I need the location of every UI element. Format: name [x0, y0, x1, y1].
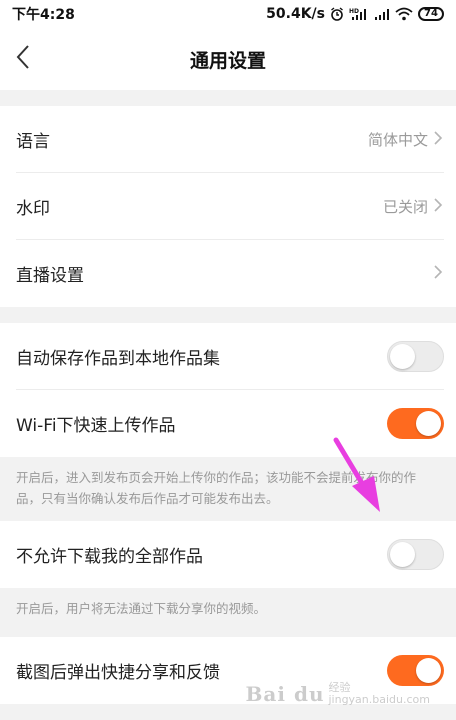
no-download-note: 开启后，用户将无法通过下载分享你的视频。 [0, 588, 456, 631]
auto-save-toggle[interactable] [387, 341, 444, 372]
watermark-logo: Bai du [245, 682, 325, 706]
setting-label: 直播设置 [16, 266, 84, 286]
setting-label: 语言 [16, 132, 50, 152]
svg-text:HD: HD [349, 8, 359, 15]
setting-row-live-settings[interactable]: 直播设置 [0, 240, 456, 307]
section-gap [0, 307, 456, 323]
chevron-right-icon [432, 263, 444, 285]
setting-row-no-download: 不允许下载我的全部作品 [0, 521, 456, 588]
status-indicators: 50.4K/s HD 74 [266, 6, 444, 22]
status-time: 下午4:28 [12, 7, 75, 23]
toggle-knob [390, 542, 415, 567]
setting-row-language[interactable]: 语言 简体中文 [0, 106, 456, 173]
alarm-icon [330, 7, 344, 21]
page-title: 通用设置 [189, 49, 266, 72]
setting-right: 简体中文 [368, 129, 444, 151]
settings-group-download: 不允许下载我的全部作品 [0, 521, 456, 588]
setting-value: 已关闭 [382, 198, 428, 216]
chevron-left-icon [15, 44, 31, 74]
network-speed: 50.4K/s [266, 6, 325, 22]
section-gap [0, 90, 456, 106]
wifi-upload-toggle[interactable] [387, 408, 444, 439]
status-bar: 下午4:28 50.4K/s HD 74 [0, 0, 456, 28]
toggle-knob [416, 658, 441, 683]
toggle-knob [416, 411, 441, 436]
setting-label: 自动保存作品到本地作品集 [16, 349, 220, 369]
chevron-right-icon [432, 196, 444, 218]
setting-value: 简体中文 [367, 131, 428, 149]
nav-bar: 通用设置 [0, 28, 456, 90]
setting-row-auto-save: 自动保存作品到本地作品集 [0, 323, 456, 390]
setting-label: 水印 [16, 199, 50, 219]
setting-label: Wi-Fi下快速上传作品 [16, 416, 176, 436]
baidu-jingyan-watermark: Bai du 经验 jingyan.baidu.com [245, 682, 430, 707]
setting-right: 已关闭 [383, 196, 444, 218]
signal-icon [374, 7, 390, 21]
annotation-arrow-icon [330, 436, 390, 520]
signal-hd-icon: HD [349, 7, 369, 21]
back-button[interactable] [8, 43, 38, 75]
battery-icon: 74 [418, 7, 444, 21]
setting-right [432, 263, 444, 285]
no-download-toggle[interactable] [387, 539, 444, 570]
setting-label: 截图后弹出快捷分享和反馈 [16, 663, 220, 683]
setting-label: 不允许下载我的全部作品 [16, 547, 203, 567]
wifi-icon [395, 7, 413, 21]
setting-row-watermark[interactable]: 水印 已关闭 [0, 173, 456, 240]
toggle-knob [390, 344, 415, 369]
watermark-sub: 经验 jingyan.baidu.com [328, 682, 430, 706]
settings-group-general: 语言 简体中文 水印 已关闭 直播设置 [0, 106, 456, 307]
watermark-sub-line: jingyan.baidu.com [328, 693, 430, 706]
chevron-right-icon [432, 129, 444, 151]
